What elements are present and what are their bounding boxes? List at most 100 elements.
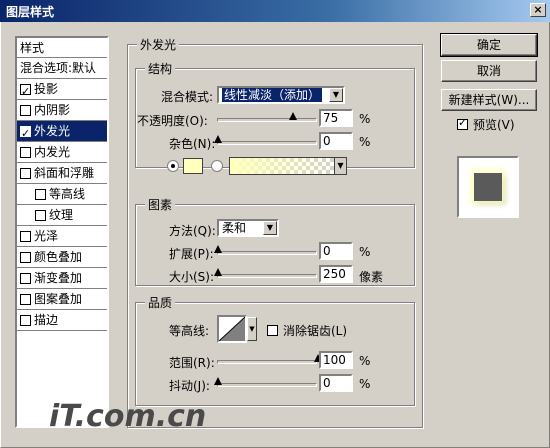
watermark-logo: iT.com.cn <box>49 399 206 434</box>
range-unit: % <box>359 354 371 368</box>
opacity-slider[interactable] <box>217 112 317 122</box>
noise-label: 杂色(N): <box>169 137 216 151</box>
opacity-label: 不透明度(O): <box>137 114 208 128</box>
antialias-checkbox[interactable] <box>267 325 278 336</box>
range-input[interactable]: 100 <box>319 351 353 369</box>
spread-input[interactable]: 0 <box>319 242 353 260</box>
noise-slider-thumb[interactable] <box>214 135 222 143</box>
style-list-item[interactable]: 内阴影 <box>17 100 107 121</box>
blend-mode-value: 线性减淡（添加） <box>222 88 323 102</box>
style-checkbox[interactable] <box>20 293 31 305</box>
noise-input[interactable]: 0 <box>319 132 353 150</box>
size-unit: 像素 <box>359 270 384 284</box>
technique-select[interactable]: 柔和 ▼ <box>217 219 279 237</box>
style-list-item-label: 投影 <box>34 81 59 96</box>
opacity-slider-thumb[interactable] <box>289 112 297 120</box>
style-list-item-label: 混合选项:默认 <box>20 60 97 75</box>
jitter-slider[interactable] <box>214 377 317 387</box>
style-checkbox[interactable] <box>20 104 31 116</box>
size-input[interactable]: 250 <box>319 265 353 283</box>
preview-label: 预览(V) <box>473 118 515 132</box>
elements-title: 图素 <box>145 196 176 213</box>
glow-color-swatch[interactable] <box>183 158 203 174</box>
style-list-item[interactable]: 等高线 <box>17 184 107 205</box>
noise-unit: % <box>359 135 371 149</box>
dialog-client: 样式 混合选项:默认投影内阴影外发光内发光斜面和浮雕等高线纹理光泽颜色叠加渐变叠… <box>0 22 550 448</box>
style-list-item[interactable]: 描边 <box>17 310 107 331</box>
contour-label: 等高线: <box>169 324 210 338</box>
style-checkbox[interactable] <box>35 188 46 200</box>
jitter-input[interactable]: 0 <box>319 374 353 392</box>
chevron-down-icon: ▼ <box>263 221 277 235</box>
style-list-item[interactable]: 光泽 <box>17 226 107 247</box>
blend-mode-select[interactable]: 线性减淡（添加） ▼ <box>217 86 345 104</box>
chevron-down-icon: ▼ <box>329 88 343 102</box>
size-slider[interactable] <box>214 268 317 278</box>
style-list-item[interactable]: 混合选项:默认 <box>17 58 107 79</box>
size-slider-thumb[interactable] <box>214 268 222 276</box>
style-list-item[interactable]: 颜色叠加 <box>17 247 107 268</box>
opacity-input[interactable]: 75 <box>319 109 353 127</box>
style-list-item[interactable]: 渐变叠加 <box>17 268 107 289</box>
style-checkbox[interactable] <box>35 209 46 221</box>
noise-slider[interactable] <box>214 135 317 145</box>
blend-mode-label: 混合模式: <box>161 90 214 104</box>
style-list-item-label: 内阴影 <box>34 102 71 117</box>
glow-gradient-picker[interactable]: ▼ <box>229 157 347 175</box>
glow-gradient-radio[interactable] <box>211 160 223 172</box>
chevron-down-icon: ▼ <box>247 317 257 341</box>
spread-slider-thumb[interactable] <box>214 245 222 253</box>
style-checkbox[interactable] <box>20 272 31 284</box>
spread-label: 扩展(P): <box>169 247 214 261</box>
style-list-item-label: 外发光 <box>34 123 71 138</box>
style-list-header[interactable]: 样式 <box>17 38 107 58</box>
structure-title: 结构 <box>145 60 176 77</box>
style-list-item-label: 内发光 <box>34 144 71 159</box>
jitter-slider-thumb[interactable] <box>214 377 222 385</box>
chevron-down-icon: ▼ <box>334 158 346 174</box>
style-list-item-label: 斜面和浮雕 <box>34 165 95 180</box>
style-checkbox[interactable] <box>20 314 31 326</box>
style-list-item[interactable]: 内发光 <box>17 142 107 163</box>
style-list-item[interactable]: 外发光 <box>17 121 107 144</box>
quality-title: 品质 <box>145 294 176 311</box>
style-list-item-label: 描边 <box>34 312 59 327</box>
outer-glow-title: 外发光 <box>137 36 180 53</box>
outer-glow-panel: 外发光 结构 混合模式: 线性减淡（添加） ▼ 不透明度(O): 75 % 杂色… <box>127 36 423 428</box>
style-checkbox[interactable] <box>20 230 31 242</box>
spread-unit: % <box>359 245 371 259</box>
new-style-button[interactable]: 新建样式(W)... <box>441 89 537 111</box>
antialias-label: 消除锯齿(L) <box>283 324 348 338</box>
style-checkbox[interactable] <box>20 251 31 263</box>
close-button[interactable]: × <box>530 3 546 17</box>
style-list: 样式 混合选项:默认投影内阴影外发光内发光斜面和浮雕等高线纹理光泽颜色叠加渐变叠… <box>15 36 109 428</box>
range-slider[interactable] <box>217 354 322 364</box>
style-list-item[interactable]: 图案叠加 <box>17 289 107 310</box>
style-list-item[interactable]: 投影 <box>17 79 107 102</box>
style-list-item-label: 光泽 <box>34 228 59 243</box>
cancel-button[interactable]: 取消 <box>441 60 537 82</box>
style-checkbox[interactable] <box>20 146 31 158</box>
style-list-item-label: 纹理 <box>49 207 74 222</box>
style-checkbox[interactable] <box>20 167 31 179</box>
contour-curve-icon <box>218 316 246 342</box>
jitter-unit: % <box>359 377 371 391</box>
preview-checkbox[interactable] <box>457 116 468 130</box>
style-list-item-label: 等高线 <box>49 186 86 201</box>
preview-toggle[interactable]: 预览(V) <box>457 116 515 133</box>
style-list-item-label: 图案叠加 <box>34 291 83 306</box>
style-checkbox[interactable] <box>20 81 31 102</box>
spread-slider[interactable] <box>214 245 317 255</box>
contour-picker[interactable]: ▼ <box>217 315 257 343</box>
range-label: 范围(R): <box>169 356 215 370</box>
title-bar: 图层样式 × <box>0 0 550 22</box>
opacity-unit: % <box>359 112 371 126</box>
ok-button[interactable]: 确定 <box>440 33 538 57</box>
preview-thumbnail <box>474 173 502 201</box>
style-list-item[interactable]: 纹理 <box>17 205 107 226</box>
style-preview <box>457 156 519 218</box>
style-list-item[interactable]: 斜面和浮雕 <box>17 163 107 184</box>
size-label: 大小(S): <box>169 270 215 284</box>
glow-color-radio[interactable] <box>167 160 179 172</box>
style-checkbox[interactable] <box>20 123 31 144</box>
